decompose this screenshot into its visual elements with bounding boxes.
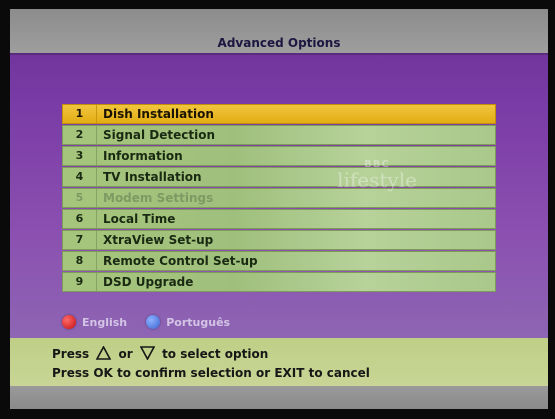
language-english-button[interactable]: English xyxy=(62,315,127,329)
menu-item-signal-detection[interactable]: 2 Signal Detection xyxy=(62,125,496,145)
menu-item-tv-installation[interactable]: 4 TV Installation xyxy=(62,167,496,187)
language-options: English Português xyxy=(62,314,244,332)
menu-divider xyxy=(96,168,97,186)
menu-divider xyxy=(96,273,97,291)
up-arrow-icon xyxy=(96,346,112,360)
menu-item-label: Information xyxy=(103,149,183,163)
language-portugues-label: Português xyxy=(166,315,231,329)
menu-item-number: 3 xyxy=(75,149,84,162)
menu-item-number: 6 xyxy=(75,212,84,225)
menu-item-modem-settings: 5 Modem Settings xyxy=(62,188,496,208)
menu-divider xyxy=(96,126,97,144)
help-press-text: Press xyxy=(52,347,90,361)
menu-item-label: Modem Settings xyxy=(103,191,214,205)
menu-divider xyxy=(96,210,97,228)
menu-item-number: 2 xyxy=(75,128,84,141)
menu-divider xyxy=(96,252,97,270)
menu-item-label: Signal Detection xyxy=(103,128,216,142)
down-arrow-icon xyxy=(139,346,155,360)
menu-divider xyxy=(96,189,97,207)
menu-item-dsd-upgrade[interactable]: 9 DSD Upgrade xyxy=(62,272,496,292)
footer-bar xyxy=(10,386,548,409)
menu-item-label: Dish Installation xyxy=(103,107,214,121)
menu-item-number: 9 xyxy=(75,275,84,288)
menu-item-label: DSD Upgrade xyxy=(103,275,194,289)
help-bar: Press or to select option Press OK to co… xyxy=(10,338,548,386)
menu-item-number: 4 xyxy=(75,170,84,183)
menu-item-label: XtraView Set-up xyxy=(103,233,214,247)
red-button-icon xyxy=(62,315,76,329)
menu-divider xyxy=(96,231,97,249)
menu-divider xyxy=(96,105,97,123)
menu-item-xtraview-setup[interactable]: 7 XtraView Set-up xyxy=(62,230,496,250)
menu-item-number: 7 xyxy=(75,233,84,246)
help-line-select: Press or to select option xyxy=(52,346,268,361)
language-english-label: English xyxy=(82,315,128,329)
menu-item-information[interactable]: 3 Information xyxy=(62,146,496,166)
tv-screen: Advanced Options 1 Dish Installation 2 S… xyxy=(10,9,548,409)
menu-item-number: 8 xyxy=(75,254,84,267)
menu-item-label: Local Time xyxy=(103,212,176,226)
language-portugues-button[interactable]: Português xyxy=(146,315,230,329)
help-or-text: or xyxy=(118,347,133,361)
title-bar: Advanced Options xyxy=(10,9,548,55)
menu-item-number: 1 xyxy=(75,107,84,120)
menu-item-dish-installation[interactable]: 1 Dish Installation xyxy=(62,104,496,124)
menu-item-local-time[interactable]: 6 Local Time xyxy=(62,209,496,229)
menu-item-label: Remote Control Set-up xyxy=(103,254,258,268)
menu-item-label: TV Installation xyxy=(103,170,202,184)
help-select-text: to select option xyxy=(162,347,269,361)
menu-item-remote-control-setup[interactable]: 8 Remote Control Set-up xyxy=(62,251,496,271)
blue-button-icon xyxy=(146,315,161,329)
menu-item-number: 5 xyxy=(75,191,84,204)
options-menu: 1 Dish Installation 2 Signal Detection 3… xyxy=(62,104,496,293)
help-line-confirm: Press OK to confirm selection or EXIT to… xyxy=(52,366,370,380)
menu-divider xyxy=(96,147,97,165)
page-title: Advanced Options xyxy=(217,36,341,50)
